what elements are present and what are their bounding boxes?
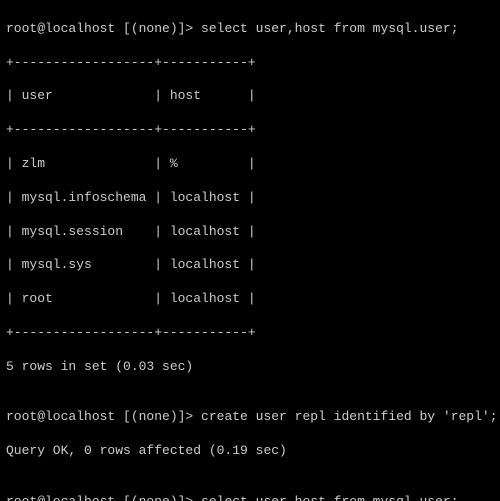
table-row: | mysql.infoschema | localhost |	[6, 190, 494, 207]
terminal[interactable]: root@localhost [(none)]> select user,hos…	[0, 0, 500, 501]
prompt-line: root@localhost [(none)]> create user rep…	[6, 409, 494, 426]
table-border: +------------------+-----------+	[6, 122, 494, 139]
table-row: | mysql.sys | localhost |	[6, 257, 494, 274]
table-border: +------------------+-----------+	[6, 55, 494, 72]
prompt-line: root@localhost [(none)]> select user,hos…	[6, 21, 494, 38]
table-header: | user | host |	[6, 88, 494, 105]
prompt: root@localhost [(none)]>	[6, 409, 193, 424]
sql-command: select user,host from mysql.user;	[201, 21, 458, 36]
table-border: +------------------+-----------+	[6, 325, 494, 342]
table-row: | zlm | % |	[6, 156, 494, 173]
prompt-line: root@localhost [(none)]> select user,hos…	[6, 494, 494, 501]
prompt: root@localhost [(none)]>	[6, 21, 193, 36]
result-footer: 5 rows in set (0.03 sec)	[6, 359, 494, 376]
table-row: | mysql.session | localhost |	[6, 224, 494, 241]
sql-command: select user,host from mysql.user;	[201, 494, 458, 501]
table-row: | root | localhost |	[6, 291, 494, 308]
query-ok: Query OK, 0 rows affected (0.19 sec)	[6, 443, 494, 460]
prompt: root@localhost [(none)]>	[6, 494, 193, 501]
sql-command: create user repl identified by 'repl';	[201, 409, 497, 424]
